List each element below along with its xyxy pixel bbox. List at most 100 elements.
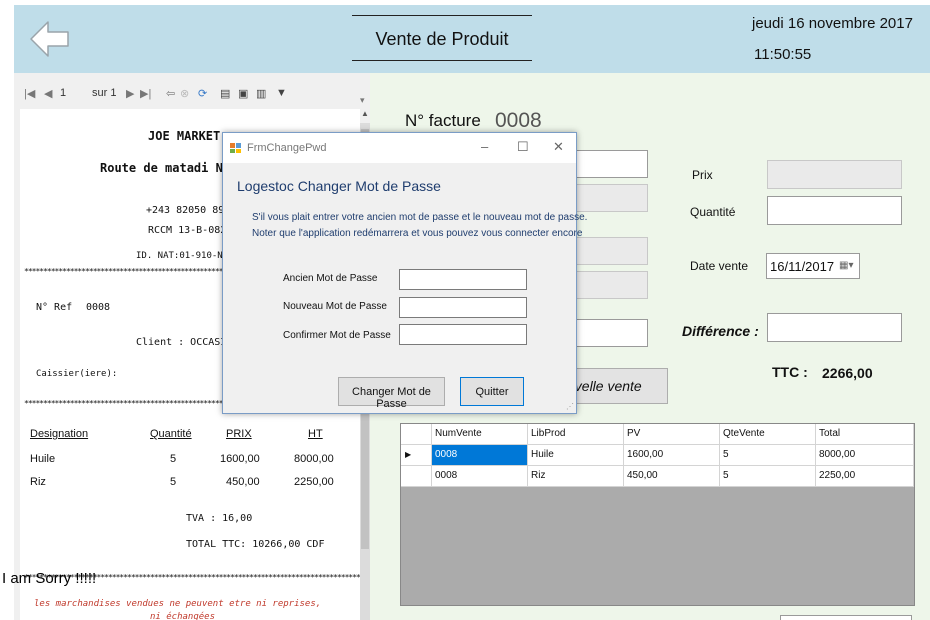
header-bar: Vente de Produit jeudi 16 novembre 2017 … xyxy=(14,5,930,73)
ref-label: N° Ref xyxy=(36,302,73,313)
page-title: Vente de Produit xyxy=(375,29,509,49)
store-name: JOE MARKET xyxy=(148,129,221,143)
page-count: sur 1 xyxy=(92,87,117,99)
table-row[interactable]: 0008 Riz 450,00 5 2250,00 xyxy=(401,466,914,487)
confirm-password-field[interactable] xyxy=(399,324,527,345)
grid-cell-qtevente[interactable]: 5 xyxy=(720,466,816,487)
sales-grid[interactable]: NumVente LibProd PV QteVente Total ▶ 000… xyxy=(400,423,915,606)
first-page-icon[interactable]: |◀ xyxy=(24,87,35,100)
refresh-icon[interactable]: ⟳ xyxy=(198,87,207,100)
receipt-item-prix: 1600,00 xyxy=(220,453,260,465)
new-password-label: Nouveau Mot de Passe xyxy=(283,301,387,312)
grid-cell-total[interactable]: 2250,00 xyxy=(816,466,914,487)
dialog-title-bar[interactable]: FrmChangePwd – ☐ ✕ xyxy=(223,133,576,163)
close-icon[interactable]: ✕ xyxy=(553,139,564,155)
calendar-icon[interactable]: ▦▾ xyxy=(839,260,853,271)
difference-field[interactable] xyxy=(767,313,902,342)
page-number-field[interactable]: 1 xyxy=(60,87,66,99)
back-icon[interactable]: ⇦ xyxy=(166,87,175,100)
column-prix: PRIX xyxy=(226,428,252,440)
receipt-footer-note-2: ni échangées xyxy=(150,612,216,620)
dialog-window-title: FrmChangePwd xyxy=(247,142,327,154)
ttc-label: TTC : xyxy=(772,364,808,380)
grid-cell-qtevente[interactable]: 5 xyxy=(720,445,816,466)
receipt-item-quantite: 5 xyxy=(170,453,177,465)
grid-column-libprod[interactable]: LibProd xyxy=(528,424,624,445)
export-icon[interactable]: ▼ xyxy=(276,87,287,99)
grid-header-row: NumVente LibProd PV QteVente Total xyxy=(401,424,914,445)
date-vente-label: Date vente xyxy=(690,259,749,273)
invoice-label: N° facture xyxy=(405,111,481,130)
ttc-value: 2266,00 xyxy=(822,365,873,381)
receipt-footer-note: les marchandises vendues ne peuvent etre… xyxy=(34,599,322,609)
grid-cell-total[interactable]: 8000,00 xyxy=(816,445,914,466)
toolbar-overflow-icon[interactable]: ▾ xyxy=(360,95,365,106)
date-vente-picker[interactable]: 16/11/2017 ▦▾ xyxy=(766,253,860,279)
current-date: jeudi 16 novembre 2017 xyxy=(752,15,913,32)
page-setup-icon[interactable]: ▥ xyxy=(256,87,266,100)
client-name: Client : OCCASIC xyxy=(136,337,233,348)
grid-cell-numvente[interactable]: 0008 xyxy=(432,466,528,487)
quit-button[interactable]: Quitter xyxy=(460,377,524,406)
store-address: Route de matadi N° xyxy=(100,161,231,175)
grid-column-total[interactable]: Total xyxy=(816,424,914,445)
new-sale-button-label: uvelle vente xyxy=(567,378,642,394)
old-password-label: Ancien Mot de Passe xyxy=(283,273,378,284)
current-time: 11:50:55 xyxy=(754,46,812,63)
prix-label: Prix xyxy=(692,168,713,182)
new-password-field[interactable] xyxy=(399,297,527,318)
receipt-tva: TVA : 16,00 xyxy=(186,513,253,524)
column-ht: HT xyxy=(308,428,323,440)
overlay-caption: I am Sorry !!!!! xyxy=(2,570,97,587)
last-page-icon[interactable]: ▶| xyxy=(140,87,151,100)
change-password-button[interactable]: Changer Mot de Passe xyxy=(338,377,445,410)
next-page-icon[interactable]: ▶ xyxy=(126,87,134,100)
receipt-item-ht: 8000,00 xyxy=(294,453,334,465)
bottom-field[interactable] xyxy=(780,615,912,620)
grid-cell-libprod[interactable]: Riz xyxy=(528,466,624,487)
ref-value: 0008 xyxy=(86,302,111,313)
old-password-field[interactable] xyxy=(399,269,527,290)
current-row-indicator[interactable]: ▶ xyxy=(401,445,432,466)
receipt-item-prix: 450,00 xyxy=(226,476,260,488)
scroll-up-icon[interactable]: ▲ xyxy=(360,109,370,123)
store-phone: +243 82050 897 xyxy=(146,205,231,216)
grid-cell-numvente[interactable]: 0008 xyxy=(432,445,528,466)
back-arrow-icon[interactable] xyxy=(28,19,72,59)
receipt-item-designation: Huile xyxy=(30,453,56,465)
grid-cell-pv[interactable]: 1600,00 xyxy=(624,445,720,466)
maximize-icon[interactable]: ☐ xyxy=(517,139,529,155)
prix-field xyxy=(767,160,902,189)
table-row[interactable]: ▶ 0008 Huile 1600,00 5 8000,00 xyxy=(401,445,914,466)
minimize-icon[interactable]: – xyxy=(481,139,488,154)
grid-cell-pv[interactable]: 450,00 xyxy=(624,466,720,487)
quantite-label: Quantité xyxy=(690,205,736,219)
confirm-password-label: Confirmer Mot de Passe xyxy=(283,330,391,341)
change-password-dialog: FrmChangePwd – ☐ ✕ Logestoc Changer Mot … xyxy=(222,132,587,414)
grid-cell-libprod[interactable]: Huile xyxy=(528,445,624,466)
date-vente-value: 16/11/2017 xyxy=(770,259,835,274)
resize-grip-icon[interactable]: ⋰ xyxy=(566,402,574,411)
column-quantite: Quantité xyxy=(150,428,192,440)
print-icon[interactable]: ▤ xyxy=(220,87,230,100)
grid-column-qtevente[interactable]: QteVente xyxy=(720,424,816,445)
prev-page-icon[interactable]: ◀ xyxy=(44,87,52,100)
grid-column-numvente[interactable]: NumVente xyxy=(432,424,528,445)
column-designation: Designation xyxy=(30,428,89,440)
cashier-label: Caissier(iere): xyxy=(36,369,118,379)
difference-label: Différence : xyxy=(682,323,759,339)
receipt-item-designation: Riz xyxy=(30,476,46,488)
quantite-field[interactable] xyxy=(767,196,902,225)
store-rccm: RCCM 13-B-082 xyxy=(148,225,227,236)
row-header[interactable] xyxy=(401,466,432,487)
dialog-heading: Logestoc Changer Mot de Passe xyxy=(237,178,441,194)
dialog-info-line-1: S'il vous plait entrer votre ancien mot … xyxy=(252,212,588,223)
receipt-item-quantite: 5 xyxy=(170,476,177,488)
print-layout-icon[interactable]: ▣ xyxy=(238,87,248,100)
receipt-total-ttc: TOTAL TTC: 10266,00 CDF xyxy=(186,539,325,550)
stop-icon[interactable]: ⊗ xyxy=(180,87,189,100)
grid-column-pv[interactable]: PV xyxy=(624,424,720,445)
app-icon xyxy=(230,143,241,153)
page-title-box: Vente de Produit xyxy=(352,15,532,61)
dialog-info-line-2: Noter que l'application redémarrera et v… xyxy=(252,228,583,239)
